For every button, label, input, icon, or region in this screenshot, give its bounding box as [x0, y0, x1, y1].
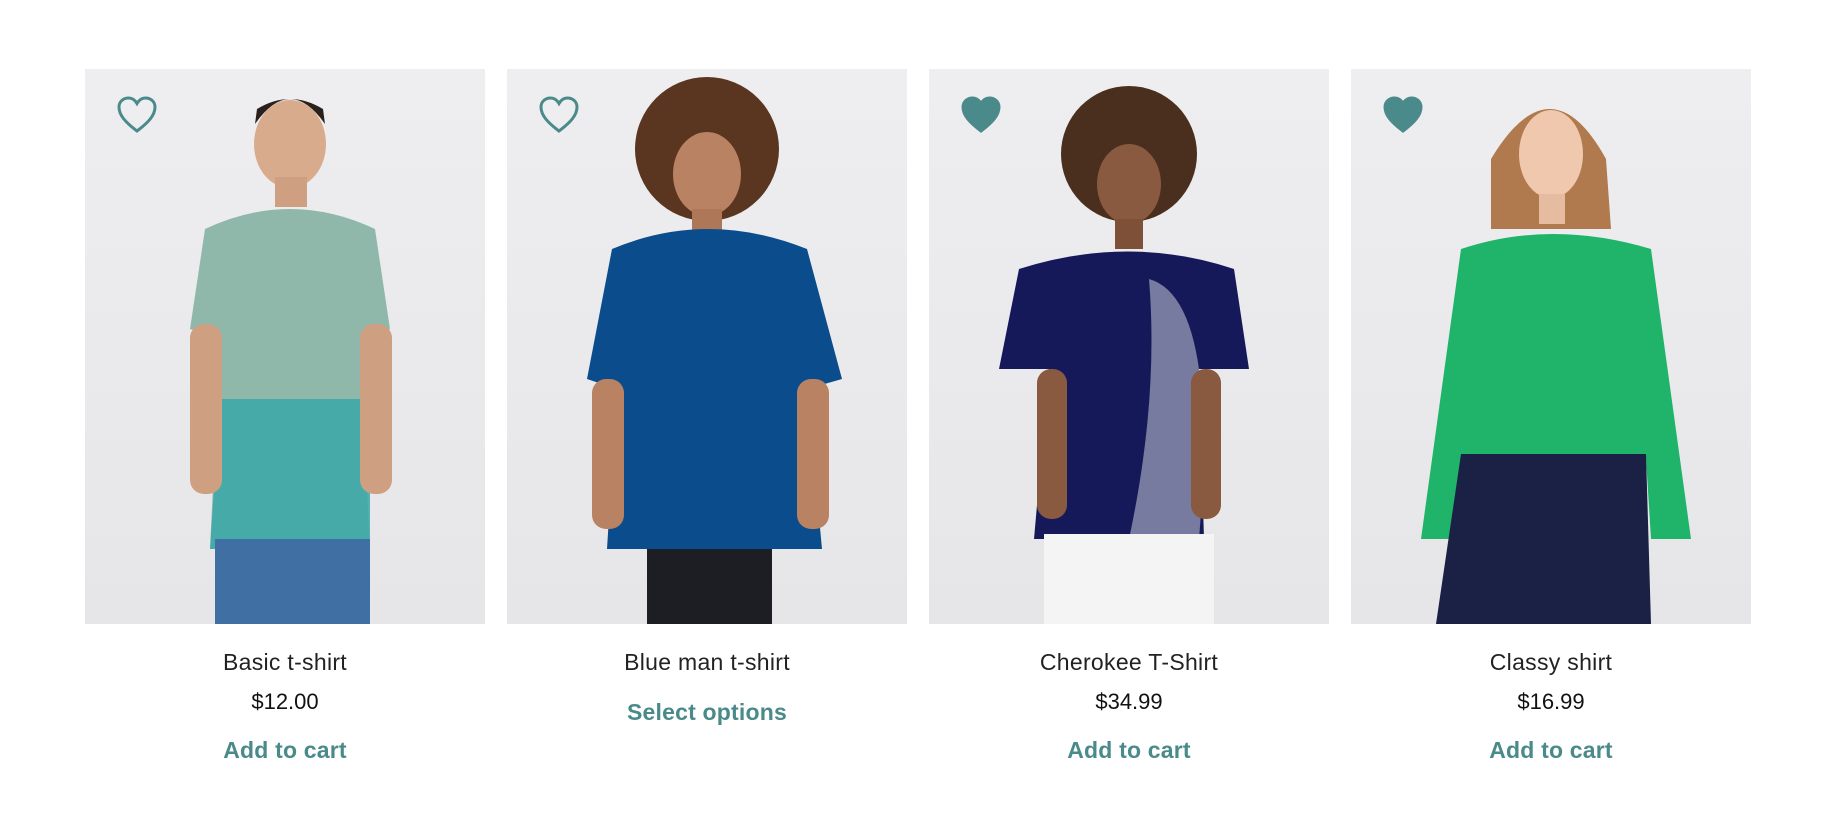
product-photo [190, 99, 392, 624]
product-card: Basic t-shirt $12.00 Add to cart [85, 69, 485, 764]
add-to-cart-button[interactable]: Add to cart [1489, 736, 1613, 764]
wishlist-heart-icon[interactable] [539, 96, 579, 134]
product-card: Cherokee T-Shirt $34.99 Add to cart [929, 69, 1329, 764]
wishlist-heart-icon[interactable] [1383, 96, 1423, 134]
product-photo [587, 77, 842, 624]
product-price: $16.99 [1517, 689, 1585, 714]
select-options-button[interactable]: Select options [627, 698, 787, 726]
product-price: $12.00 [251, 689, 319, 714]
product-card: Classy shirt $16.99 Add to cart [1351, 69, 1751, 764]
product-card: Blue man t-shirt Select options [507, 69, 907, 764]
product-name[interactable]: Blue man t-shirt [624, 648, 790, 676]
wishlist-heart-icon[interactable] [961, 96, 1001, 134]
product-photo [1421, 109, 1691, 624]
product-name[interactable]: Classy shirt [1490, 648, 1612, 676]
add-to-cart-button[interactable]: Add to cart [1067, 736, 1191, 764]
wishlist-heart-icon[interactable] [117, 96, 157, 134]
product-price: $34.99 [1095, 689, 1163, 714]
product-image[interactable] [929, 69, 1329, 624]
product-image[interactable] [85, 69, 485, 624]
product-grid: Basic t-shirt $12.00 Add to cart Blue ma… [85, 69, 1751, 764]
product-name[interactable]: Cherokee T-Shirt [1040, 648, 1218, 676]
product-name[interactable]: Basic t-shirt [223, 648, 347, 676]
add-to-cart-button[interactable]: Add to cart [223, 736, 347, 764]
product-photo [999, 86, 1249, 624]
product-image[interactable] [1351, 69, 1751, 624]
product-image[interactable] [507, 69, 907, 624]
